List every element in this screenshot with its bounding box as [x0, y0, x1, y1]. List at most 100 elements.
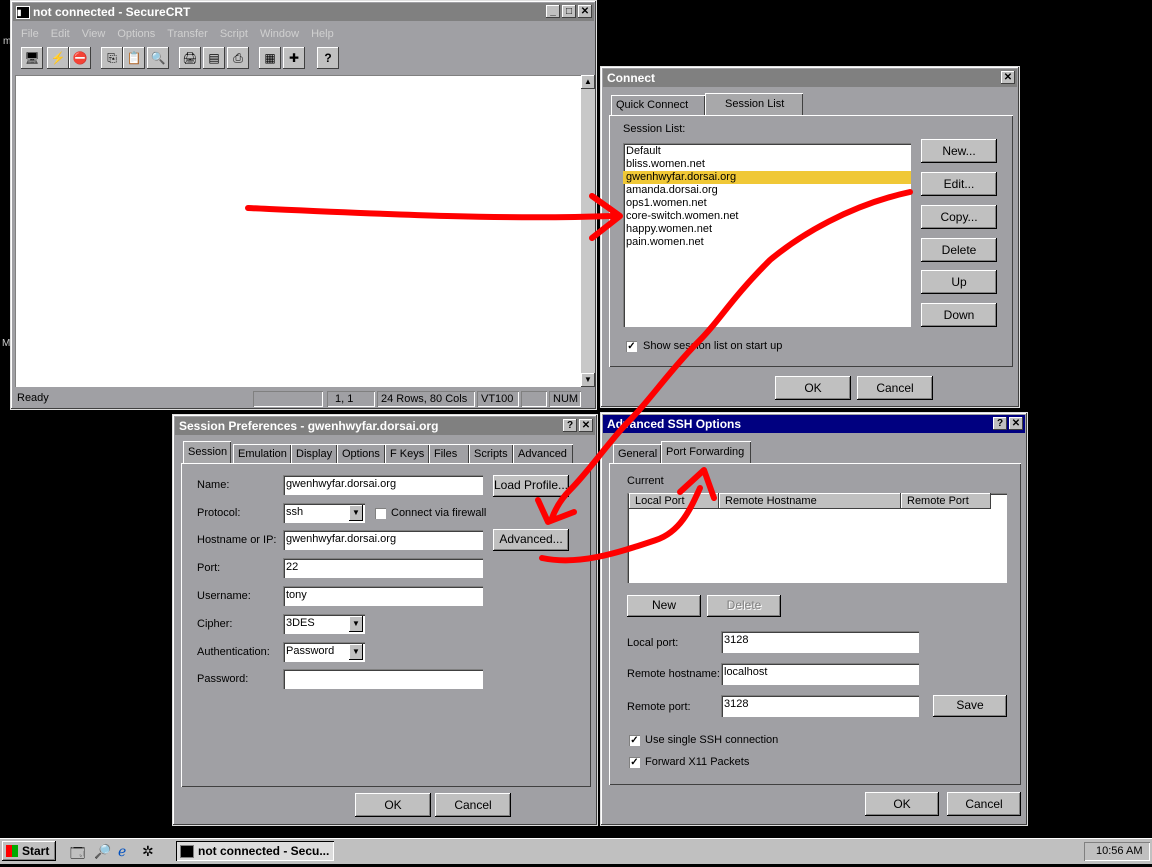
tab-general[interactable]: General — [613, 444, 661, 464]
tab-session-list[interactable]: Session List — [705, 93, 803, 115]
help-icon[interactable]: ? — [993, 417, 1007, 430]
column-remote-hostname[interactable]: Remote Hostname — [719, 493, 901, 509]
close-icon[interactable]: ✕ — [579, 419, 593, 432]
menu-edit[interactable]: Edit — [51, 28, 70, 40]
session-list-item[interactable]: gwenhwyfar.dorsai.org — [623, 171, 911, 184]
menu-view[interactable]: View — [82, 28, 106, 40]
start-button[interactable]: Start — [2, 841, 56, 861]
save-button[interactable]: Save — [933, 695, 1007, 717]
scroll-up-icon[interactable]: ▲ — [581, 75, 595, 89]
connect-cancel-button[interactable]: Cancel — [857, 376, 933, 400]
show-on-startup-checkbox[interactable]: ✓ — [626, 341, 637, 352]
firewall-checkbox[interactable] — [375, 508, 386, 519]
find-icon[interactable]: 🔍 — [147, 47, 169, 69]
remote-hostname-field[interactable]: localhost — [721, 663, 919, 685]
down-button[interactable]: Down — [921, 303, 997, 327]
hostname-field[interactable]: gwenhwyfar.dorsai.org — [283, 530, 483, 550]
session-list-item[interactable]: amanda.dorsai.org — [623, 184, 911, 197]
tab-emulation[interactable]: Emulation — [233, 444, 291, 464]
new-session-button[interactable]: New... — [921, 139, 997, 163]
copy-session-button[interactable]: Copy... — [921, 205, 997, 229]
maximize-button[interactable]: □ — [562, 5, 576, 18]
username-field[interactable]: tony — [283, 586, 483, 606]
explorer-icon[interactable]: 🔎 — [94, 843, 111, 860]
session-options-icon[interactable]: ▦ — [259, 47, 281, 69]
session-list-item[interactable]: ops1.women.net — [623, 197, 911, 210]
quick-connect-icon[interactable]: ⚡ — [47, 47, 69, 69]
menu-file[interactable]: File — [21, 28, 39, 40]
forwarding-table[interactable]: Local Port Remote Hostname Remote Port — [627, 493, 1007, 583]
print-setup-icon[interactable]: 🖨 — [179, 47, 201, 69]
tab-port-forwarding[interactable]: Port Forwarding — [661, 441, 751, 463]
browser-icon[interactable]: ℯ — [118, 843, 126, 860]
single-ssh-checkbox[interactable]: ✓ — [629, 735, 640, 746]
session-listbox[interactable]: Default bliss.women.net gwenhwyfar.dorsai.… — [623, 143, 911, 327]
tab-fkeys[interactable]: F Keys — [385, 444, 429, 464]
session-items: Default bliss.women.net gwenhwyfar.dorsai.… — [623, 145, 911, 249]
ssh-options-ok-button[interactable]: OK — [865, 792, 939, 816]
scroll-down-icon[interactable]: ▼ — [581, 373, 595, 387]
menu-script[interactable]: Script — [220, 28, 248, 40]
session-list-item[interactable]: core-switch.women.net — [623, 210, 911, 223]
taskbar-task-securecrt[interactable]: not connected - Secu... — [176, 841, 334, 861]
tools-icon[interactable]: ✲ — [142, 843, 154, 860]
connect-icon[interactable]: 🖥 — [21, 47, 43, 69]
session-list-item[interactable]: happy.women.net — [623, 223, 911, 236]
load-profile-button[interactable]: Load Profile... — [493, 475, 569, 497]
remote-port-field[interactable]: 3128 — [721, 695, 919, 717]
session-list-item[interactable]: bliss.women.net — [623, 158, 911, 171]
up-button[interactable]: Up — [921, 270, 997, 294]
name-field[interactable]: gwenhwyfar.dorsai.org — [283, 475, 483, 495]
connect-ok-button[interactable]: OK — [775, 376, 851, 400]
session-prefs-ok-button[interactable]: OK — [355, 793, 431, 817]
forward-x11-checkbox[interactable]: ✓ — [629, 757, 640, 768]
new-forward-button[interactable]: New — [627, 595, 701, 617]
terminal-area[interactable] — [15, 75, 581, 387]
session-list-item[interactable]: Default — [623, 145, 911, 158]
tab-files[interactable]: Files — [429, 444, 469, 464]
status-blank — [253, 391, 323, 407]
help-icon[interactable]: ? — [563, 419, 577, 432]
column-remote-port[interactable]: Remote Port — [901, 493, 991, 509]
port-field[interactable]: 22 — [283, 558, 483, 578]
menu-window[interactable]: Window — [260, 28, 299, 40]
tab-quick-connect[interactable]: Quick Connect — [611, 95, 705, 115]
tab-scripts[interactable]: Scripts — [469, 444, 513, 464]
tab-options[interactable]: Options — [337, 444, 385, 464]
taskbar: Start 🗔 🔎 ℯ ✲ not connected - Secu... 10… — [0, 838, 1152, 864]
ssh-options-cancel-button[interactable]: Cancel — [947, 792, 1021, 816]
status-size: 24 Rows, 80 Cols — [377, 391, 475, 407]
cipher-dropdown-icon[interactable]: ▼ — [349, 616, 363, 632]
tab-display[interactable]: Display — [291, 444, 337, 464]
help-icon[interactable]: ? — [317, 47, 339, 69]
menu-transfer[interactable]: Transfer — [167, 28, 208, 40]
tab-advanced[interactable]: Advanced — [513, 444, 573, 464]
menu-options[interactable]: Options — [117, 28, 155, 40]
copy-icon[interactable]: ⎘ — [101, 47, 123, 69]
menu-help[interactable]: Help — [311, 28, 334, 40]
disconnect-icon[interactable]: ⛔ — [69, 47, 91, 69]
close-button[interactable]: ✕ — [578, 5, 592, 18]
authentication-dropdown-icon[interactable]: ▼ — [349, 644, 363, 660]
edit-session-button[interactable]: Edit... — [921, 172, 997, 196]
column-local-port[interactable]: Local Port — [629, 493, 719, 509]
local-port-field[interactable]: 3128 — [721, 631, 919, 653]
tab-session[interactable]: Session — [183, 441, 231, 463]
session-list-item[interactable]: pain.women.net — [623, 236, 911, 249]
cipher-label: Cipher: — [197, 618, 233, 630]
desktop-icon[interactable]: 🗔 — [70, 843, 85, 867]
paste-icon[interactable]: 📋 — [123, 47, 145, 69]
protocol-dropdown-icon[interactable]: ▼ — [349, 505, 363, 521]
close-icon[interactable]: ✕ — [1009, 417, 1023, 430]
print-selection-icon[interactable]: ▤ — [203, 47, 225, 69]
delete-session-button[interactable]: Delete — [921, 238, 997, 262]
global-options-icon[interactable]: ✚ — [283, 47, 305, 69]
terminal-scrollbar[interactable]: ▲ ▼ — [581, 75, 595, 387]
ssh-options-title-text: Advanced SSH Options — [607, 417, 742, 431]
close-icon[interactable]: ✕ — [1001, 71, 1015, 84]
password-field[interactable] — [283, 669, 483, 689]
session-prefs-cancel-button[interactable]: Cancel — [435, 793, 511, 817]
minimize-button[interactable]: _ — [546, 5, 560, 18]
print-icon[interactable]: ⎙ — [227, 47, 249, 69]
advanced-button[interactable]: Advanced... — [493, 529, 569, 551]
